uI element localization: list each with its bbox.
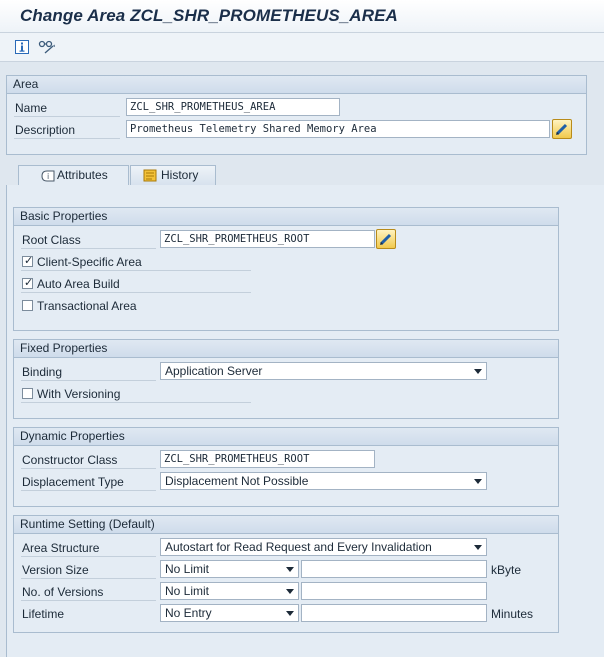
auto-area-build-checkbox[interactable]: ✓ xyxy=(22,277,34,289)
displacement-type-value: Displacement Not Possible xyxy=(165,474,309,488)
chevron-down-icon[interactable] xyxy=(286,567,294,572)
area-structure-value: Autostart for Read Request and Every Inv… xyxy=(165,540,432,554)
fixed-properties-header: Fixed Properties xyxy=(14,340,558,358)
chevron-down-icon[interactable] xyxy=(286,611,294,616)
version-size-dropdown[interactable]: No Limit xyxy=(160,560,299,578)
area-header: Area xyxy=(7,76,586,94)
checkmark-icon: ✓ xyxy=(24,255,34,267)
svg-text:i: i xyxy=(47,172,49,181)
chevron-down-icon[interactable] xyxy=(286,589,294,594)
binding-dropdown[interactable]: Application Server xyxy=(160,362,487,380)
pencil-icon xyxy=(379,233,392,246)
versions-underline xyxy=(21,600,156,601)
runtime-setting-header: Runtime Setting (Default) xyxy=(14,516,558,534)
attributes-icon: i xyxy=(41,170,55,182)
binding-label: Binding xyxy=(22,365,63,379)
lifetime-unit: Minutes xyxy=(491,607,534,621)
versions-input[interactable] xyxy=(301,582,487,600)
area-structure-underline xyxy=(21,556,156,557)
lifetime-dropdown[interactable]: No Entry xyxy=(160,604,299,622)
client-specific-underline xyxy=(21,270,251,271)
chevron-down-icon[interactable] xyxy=(474,479,482,484)
lifetime-label: Lifetime xyxy=(22,607,65,621)
displacement-type-underline xyxy=(21,490,156,491)
history-icon xyxy=(143,169,157,182)
auto-area-build-label: Auto Area Build xyxy=(37,277,120,291)
area-name-field[interactable]: ZCL_SHR_PROMETHEUS_AREA xyxy=(126,98,340,116)
description-field[interactable]: Prometheus Telemetry Shared Memory Area xyxy=(126,120,550,138)
display-object-list-icon[interactable] xyxy=(38,40,56,54)
with-versioning-label: With Versioning xyxy=(37,387,121,401)
title-bar: Change Area ZCL_SHR_PROMETHEUS_AREA xyxy=(0,0,604,33)
transactional-area-checkbox[interactable] xyxy=(22,300,33,311)
dynamic-properties-header: Dynamic Properties xyxy=(14,428,558,446)
versions-dropdown[interactable]: No Limit xyxy=(160,582,299,600)
lifetime-input[interactable] xyxy=(301,604,487,622)
area-structure-label: Area Structure xyxy=(22,541,100,555)
versions-value: No Limit xyxy=(165,584,210,598)
version-size-label: Version Size xyxy=(22,563,89,577)
binding-underline xyxy=(21,380,156,381)
tab-attributes[interactable]: i Attributes xyxy=(18,165,129,186)
displacement-type-label: Displacement Type xyxy=(22,475,124,489)
root-class-underline xyxy=(21,248,156,249)
root-class-field[interactable]: ZCL_SHR_PROMETHEUS_ROOT xyxy=(160,230,375,248)
constructor-class-label: Constructor Class xyxy=(22,453,118,467)
with-versioning-checkbox[interactable] xyxy=(22,388,33,399)
root-class-label: Root Class xyxy=(22,233,81,247)
lifetime-value: No Entry xyxy=(165,606,212,620)
edit-description-button[interactable] xyxy=(552,119,572,139)
checkmark-icon: ✓ xyxy=(24,277,34,289)
tab-history-label: History xyxy=(161,168,199,182)
tab-history[interactable]: History xyxy=(130,165,216,185)
client-specific-label: Client-Specific Area xyxy=(37,255,142,269)
versions-label: No. of Versions xyxy=(22,585,104,599)
displacement-type-dropdown[interactable]: Displacement Not Possible xyxy=(160,472,487,490)
transactional-area-label: Transactional Area xyxy=(37,299,137,313)
info-icon[interactable] xyxy=(15,40,29,54)
constructor-class-field[interactable]: ZCL_SHR_PROMETHEUS_ROOT xyxy=(160,450,375,468)
version-size-unit: kByte xyxy=(491,563,522,577)
edit-root-class-button[interactable] xyxy=(376,229,396,249)
description-label: Description xyxy=(15,123,76,137)
client-specific-checkbox[interactable]: ✓ xyxy=(22,255,34,267)
chevron-down-icon[interactable] xyxy=(474,545,482,550)
version-size-input[interactable] xyxy=(301,560,487,578)
auto-area-build-underline xyxy=(21,292,251,293)
area-structure-dropdown[interactable]: Autostart for Read Request and Every Inv… xyxy=(160,538,487,556)
binding-value: Application Server xyxy=(165,364,263,378)
name-label: Name xyxy=(15,101,48,115)
version-size-value: No Limit xyxy=(165,562,210,576)
pencil-icon xyxy=(555,123,568,136)
application-toolbar xyxy=(0,33,604,62)
version-size-underline xyxy=(21,578,156,579)
constructor-class-underline xyxy=(21,468,156,469)
basic-properties-header: Basic Properties xyxy=(14,208,558,226)
chevron-down-icon[interactable] xyxy=(474,369,482,374)
with-versioning-underline xyxy=(21,402,251,403)
page-title: Change Area ZCL_SHR_PROMETHEUS_AREA xyxy=(20,6,398,25)
description-label-underline xyxy=(14,138,120,139)
name-label-underline xyxy=(14,116,120,117)
